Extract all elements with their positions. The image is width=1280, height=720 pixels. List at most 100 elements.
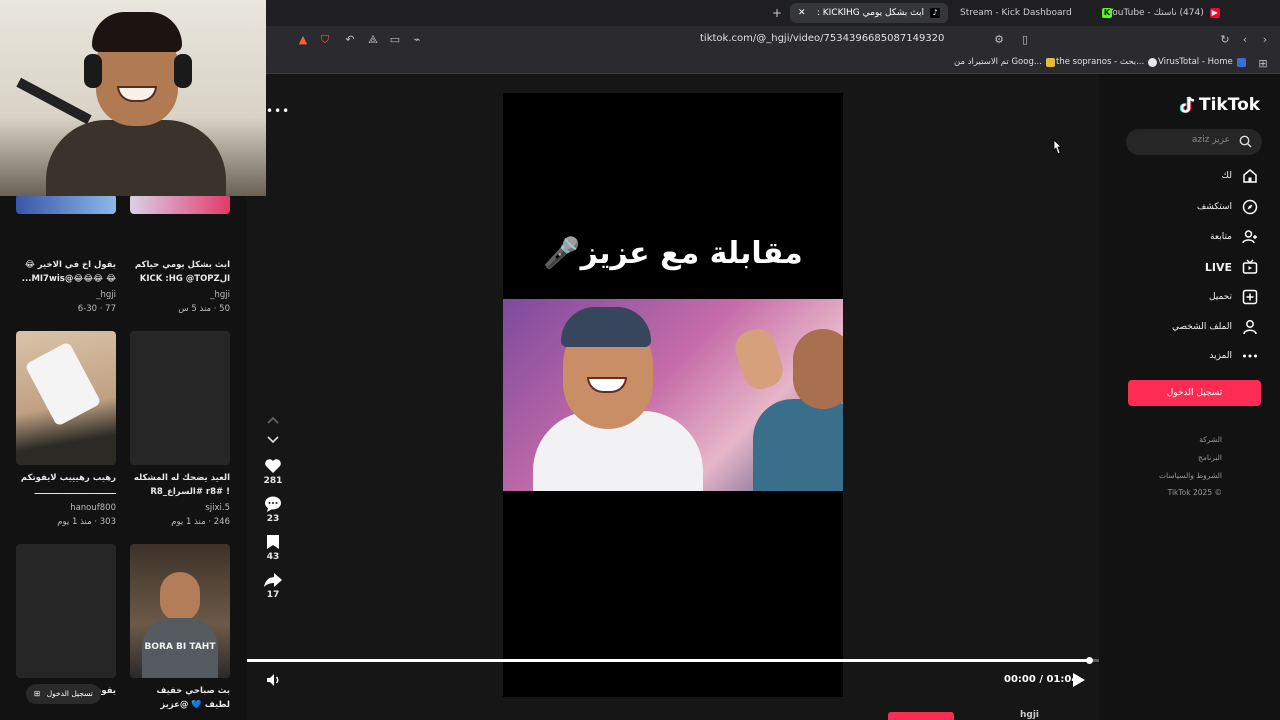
bottom-peek-text: hgji [1020, 710, 1040, 720]
close-tab-icon[interactable]: ✕ [798, 8, 806, 18]
next-item-peek [888, 712, 954, 720]
mouse-cursor-icon [1053, 139, 1062, 155]
footer-copyright: © 2025 TikTok [1167, 488, 1222, 497]
brave-shield-icon[interactable]: ⛉ [318, 33, 332, 47]
login-pill-button[interactable]: تسجيل الدخول ⊞ [26, 684, 101, 704]
video-card[interactable]: العيد يضحك له المشكله ! #r8 #السراع_R8 s… [130, 331, 230, 529]
tab-youtube[interactable]: ▶ (474) ناستك - YouTube [1100, 3, 1228, 23]
tab-label: Stream - Kick Dashboard [960, 8, 1072, 18]
site-settings-icon[interactable]: ⚙ [992, 33, 1006, 47]
nav-live[interactable]: LIVE [1205, 257, 1258, 277]
tab-label: (474) ناستك - YouTube [1108, 8, 1204, 18]
time-display: 00:00 / 01:04 [1004, 674, 1079, 685]
undo-icon[interactable]: ↶ [343, 33, 357, 47]
video-thumbnail[interactable] [130, 331, 230, 465]
bookmark-label: VirusTotal - Home [1158, 57, 1233, 67]
nav-explore[interactable]: استكشف [1197, 197, 1258, 217]
bookmark-virustotal[interactable]: VirusTotal - Home [1158, 57, 1246, 67]
extension-icon[interactable]: ⌁ [410, 33, 424, 47]
upload-icon [1242, 289, 1258, 305]
nav-profile[interactable]: الملف الشخصي [1172, 317, 1258, 337]
brave-rewards-icon[interactable]: ▲ [296, 33, 310, 47]
home-icon [1243, 169, 1257, 183]
translate-icon[interactable]: ⟁ [366, 33, 380, 47]
nav-label: متابعة [1210, 232, 1232, 242]
screen-icon[interactable]: ▭ [388, 33, 402, 47]
footer-terms[interactable]: الشروط والسياسات [1159, 471, 1222, 480]
comment-icon[interactable] [264, 496, 282, 512]
volume-icon[interactable] [266, 672, 282, 688]
back-icon[interactable]: ‹ [1238, 33, 1252, 47]
apps-grid-icon[interactable]: ⊞ [1256, 57, 1270, 71]
new-tab-button[interactable]: + [764, 3, 790, 23]
video-card[interactable]: رهيب رهيييب لايفوتكم ـــــــــــــــــــ… [16, 331, 116, 529]
video-thumbnail[interactable] [16, 331, 116, 465]
card-meta: 246 · منذ 1 يوم [171, 517, 230, 527]
video-progress-bar[interactable] [247, 657, 1099, 664]
nav-for-you[interactable]: لك [1222, 166, 1258, 186]
address-bar[interactable]: tiktok.com/@_hgji/video/7534396685087149… [700, 33, 944, 44]
heart-icon[interactable] [264, 458, 282, 474]
video-card[interactable]: يقول اخ في الاخير 😂😂 😂😂😂@MI7wis... hgji_… [16, 196, 116, 316]
tiktok-note-icon [1180, 96, 1195, 113]
video-thumbnail[interactable] [130, 196, 230, 214]
chevron-down-icon[interactable] [267, 436, 279, 444]
search-input[interactable]: عزيز aziz [1126, 129, 1262, 155]
reload-icon[interactable]: ↻ [1218, 33, 1232, 47]
video-thumbnail[interactable] [16, 196, 116, 214]
login-button[interactable]: تسجيل الدخول [1128, 380, 1261, 406]
tab-kick[interactable]: K [1092, 3, 1112, 23]
video-grid: ابث بشكل يومي حياكم الKICK :HG @TOPZ ...… [0, 196, 247, 720]
bookmark-sopranos[interactable]: the sopranos - بحث... [1056, 57, 1158, 67]
card-author[interactable]: hanouf800 [16, 501, 116, 515]
nav-label: LIVE [1204, 260, 1232, 274]
card-meta: 77 · 6-30 [77, 304, 116, 314]
tab-tiktok-active[interactable]: ♪ ابث بشكل يومي HGاKICK : ✕ [790, 3, 948, 23]
bookmark-label: the sopranos - بحث... [1056, 57, 1145, 67]
bookmark-save-icon[interactable] [266, 534, 280, 550]
video-thumbnail[interactable]: BORA BI TAHT [130, 544, 230, 678]
nav-more[interactable]: المزيد [1209, 346, 1258, 366]
bookmark-icon[interactable]: ▯ [1018, 33, 1032, 47]
share-icon[interactable] [263, 572, 283, 588]
more-options-icon[interactable]: ••• [266, 104, 290, 118]
card-author[interactable]: hgji_ [16, 288, 116, 302]
video-card[interactable]: BORA BI TAHT بث صباحي خفيف لطيف 💙 @عزيز … [130, 544, 230, 714]
card-title[interactable]: بث صباحي خفيف لطيف 💙 @عزيز المحمد | Aziz… [130, 684, 230, 714]
nav-following[interactable]: متابعة [1210, 227, 1258, 247]
card-title[interactable]: العيد يضحك له المشكله ! #r8 #السراع_R8 [130, 471, 230, 501]
card-author[interactable]: hgji_ [130, 288, 230, 302]
youtube-icon: ▶ [1209, 8, 1220, 18]
footer-program[interactable]: البرنامج [1198, 453, 1222, 462]
forward-icon[interactable]: › [1258, 33, 1272, 47]
video-card[interactable]: ابث بشكل يومي حياكم الKICK :HG @TOPZ ...… [130, 196, 230, 316]
footer-company[interactable]: الشركة [1199, 435, 1222, 444]
card-title[interactable]: يقول اخ في الاخير 😂😂 😂😂😂@MI7wis... [16, 258, 116, 288]
plus-icon: + [772, 6, 783, 20]
video-overlay-title: مقابلة مع عزيز🎤 [543, 236, 803, 271]
search-icon[interactable] [1239, 135, 1252, 148]
nav-label: لك [1221, 171, 1232, 181]
card-meta: 303 · منذ 1 يوم [57, 517, 116, 527]
action-column: 281 23 43 17 [258, 416, 288, 610]
progress-fill [247, 659, 1091, 662]
card-title[interactable]: رهيب رهيييب لايفوتكم ـــــــــــــــــــ… [16, 471, 116, 501]
nav-label: الملف الشخصي [1172, 322, 1232, 332]
nav-upload[interactable]: تحميل [1209, 287, 1258, 307]
video-frame[interactable] [503, 299, 843, 491]
tiktok-logo[interactable]: TikTok [1180, 95, 1260, 115]
virustotal-icon [1236, 57, 1246, 67]
thumb-text: BORA BI TAHT [144, 642, 216, 652]
chevron-up-icon[interactable] [267, 416, 279, 424]
nav-label: المزيد [1209, 351, 1232, 361]
play-icon[interactable] [1072, 672, 1086, 688]
bookmark-imported[interactable]: تم الاستيراد من Goog... [954, 57, 1055, 67]
tab-kick-dashboard[interactable]: Stream - Kick Dashboard [952, 3, 1080, 23]
tab-label: ابث بشكل يومي HGاKICK : [816, 8, 924, 18]
card-title[interactable]: ابث بشكل يومي حياكم الKICK :HG @TOPZ ... [130, 258, 230, 288]
comments-count: 23 [266, 514, 280, 524]
card-meta: 50 · منذ 5 س [178, 304, 230, 314]
following-icon [1242, 230, 1257, 244]
card-author[interactable]: sjixi.5 [130, 501, 230, 515]
video-thumbnail[interactable] [16, 544, 116, 678]
